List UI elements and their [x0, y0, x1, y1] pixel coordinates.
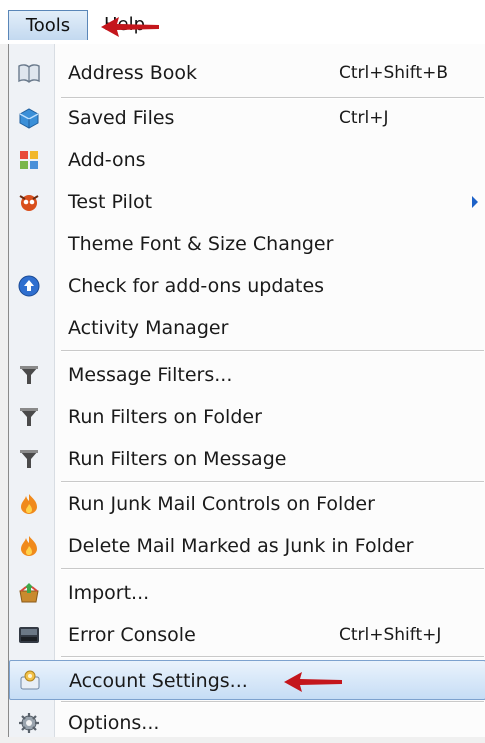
account-settings-icon: [20, 670, 40, 690]
annotation-arrow-icon: [101, 17, 159, 37]
menu-item-label: Address Book: [68, 62, 197, 84]
menu-item-add-ons[interactable]: Add-ons: [9, 140, 485, 180]
menu-item-account-settings[interactable]: Account Settings...: [9, 660, 485, 700]
menu-item-shortcut: Ctrl+Shift+B: [339, 63, 449, 83]
submenu-arrow-icon: [472, 196, 478, 208]
menu-item-label: Test Pilot: [68, 191, 153, 213]
saved-files-icon: [19, 108, 39, 129]
menu-item-run-filters-on-message[interactable]: Run Filters on Message: [9, 439, 485, 479]
menu-item-label: Saved Files: [68, 107, 175, 129]
menu-item-run-filters-on-folder[interactable]: Run Filters on Folder: [9, 397, 485, 437]
update-check-icon: [18, 275, 40, 297]
import-box-icon: [19, 583, 39, 603]
error-console-icon: [19, 627, 39, 643]
tools-dropdown-menu: Address Book Ctrl+Shift+B Saved Files Ct…: [8, 44, 485, 737]
options-gear-icon: [19, 713, 39, 733]
menu-item-activity-manager[interactable]: Activity Manager: [9, 308, 485, 348]
menu-item-run-junk-mail-controls[interactable]: Run Junk Mail Controls on Folder: [9, 484, 485, 524]
menu-item-shortcut: Ctrl+J: [339, 108, 389, 128]
test-pilot-icon: [19, 195, 39, 211]
menu-item-shortcut: Ctrl+Shift+J: [339, 625, 442, 645]
menu-item-label: Import...: [68, 582, 150, 604]
menu-separator: [61, 481, 484, 483]
filter-funnel-icon: [20, 408, 38, 426]
menu-item-error-console[interactable]: Error Console Ctrl+Shift+J: [9, 615, 485, 655]
menu-item-check-add-ons-updates[interactable]: Check for add-ons updates: [9, 266, 485, 306]
menu-item-import[interactable]: Import...: [9, 573, 485, 613]
filter-funnel-icon: [20, 450, 38, 468]
junk-flame-icon: [21, 494, 37, 514]
menu-item-options[interactable]: Options...: [9, 703, 485, 743]
menu-item-delete-junk-mail[interactable]: Delete Mail Marked as Junk in Folder: [9, 526, 485, 566]
filter-funnel-icon: [20, 366, 38, 384]
menu-bar: Tools Help: [0, 0, 485, 44]
menu-item-label: Add-ons: [68, 149, 146, 171]
menu-tools[interactable]: Tools: [8, 10, 88, 40]
menu-item-label: Run Filters on Folder: [68, 406, 262, 428]
menu-item-label: Theme Font & Size Changer: [68, 233, 334, 255]
junk-flame-icon: [21, 536, 37, 556]
menu-tools-label: Tools: [25, 15, 71, 36]
menu-item-theme-font-size-changer[interactable]: Theme Font & Size Changer: [9, 224, 485, 264]
annotation-arrow-icon: [284, 672, 342, 692]
menu-item-message-filters[interactable]: Message Filters...: [9, 355, 485, 395]
menu-item-label: Error Console: [68, 624, 196, 646]
menu-separator: [61, 656, 484, 658]
menu-item-label: Check for add-ons updates: [68, 275, 325, 297]
menu-item-label: Run Junk Mail Controls on Folder: [68, 493, 375, 515]
address-book-icon: [18, 64, 40, 83]
menu-item-label: Options...: [68, 712, 160, 734]
menu-item-address-book[interactable]: Address Book Ctrl+Shift+B: [9, 53, 485, 93]
menu-item-label: Account Settings...: [69, 670, 248, 692]
menu-item-test-pilot[interactable]: Test Pilot: [9, 182, 485, 222]
menu-item-label: Message Filters...: [68, 364, 233, 386]
menu-separator: [61, 568, 484, 570]
add-ons-icon: [20, 151, 38, 169]
menu-item-label: Delete Mail Marked as Junk in Folder: [68, 535, 414, 557]
menu-separator: [61, 350, 484, 352]
menu-item-saved-files[interactable]: Saved Files Ctrl+J: [9, 98, 485, 138]
menu-item-label: Run Filters on Message: [68, 448, 287, 470]
menu-item-label: Activity Manager: [68, 317, 229, 339]
